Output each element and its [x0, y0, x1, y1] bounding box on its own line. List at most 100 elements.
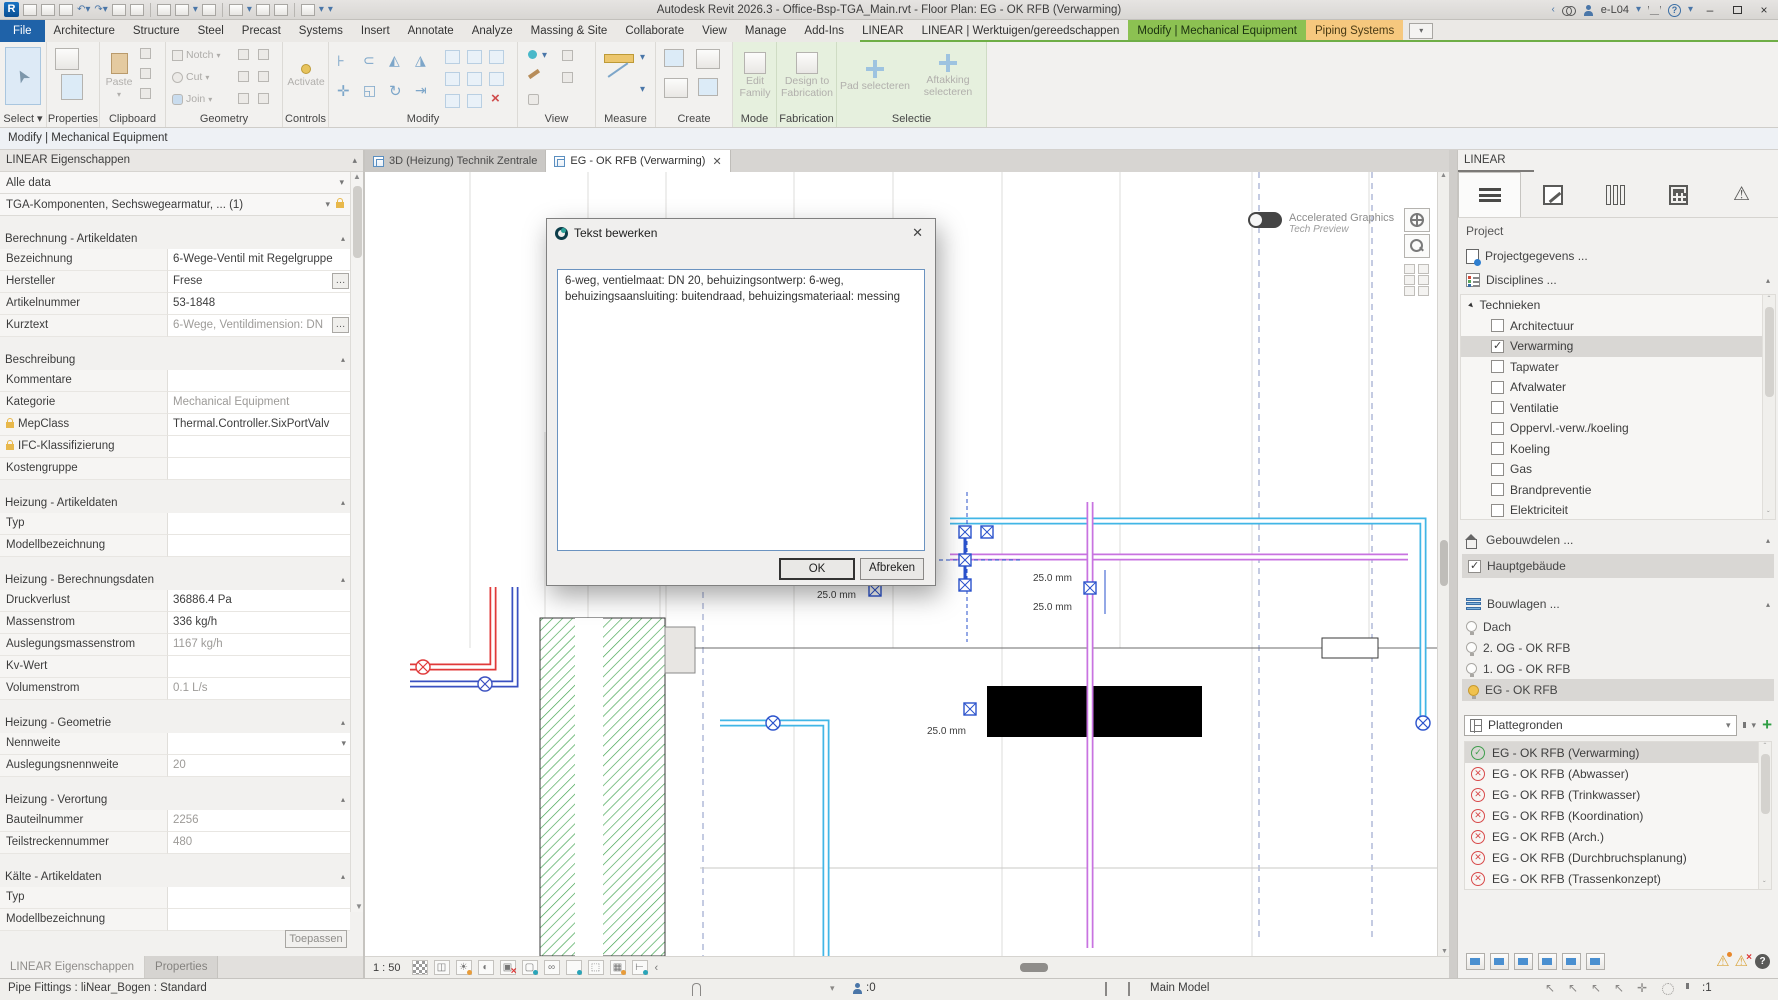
checkbox[interactable] — [1491, 483, 1504, 496]
tree-item-architectuur[interactable]: Architectuur — [1461, 316, 1762, 337]
modify-tool-icon[interactable] — [157, 4, 171, 16]
level-bulb-icon[interactable] — [1466, 663, 1477, 674]
view-tab-eg-ok-rfb-verwarming[interactable]: EG - OK RFB (Verwarming) ✕ — [546, 150, 730, 172]
editable-only-icon[interactable] — [852, 983, 863, 994]
section-beschreibung[interactable]: Beschreibung▴ — [0, 349, 350, 370]
selection-filter-icon[interactable] — [1686, 983, 1689, 989]
cancel-button[interactable]: Afbreken — [860, 558, 924, 580]
tab-modify-mechanical-equipment[interactable]: Modify | Mechanical Equipment — [1128, 20, 1306, 42]
panel-help-icon[interactable]: ? — [1755, 954, 1770, 969]
close-button[interactable]: × — [1754, 3, 1774, 17]
dimension-line-icon[interactable] — [608, 62, 629, 77]
browse-button[interactable]: … — [332, 317, 349, 333]
tree-item-ventilatie[interactable]: Ventilatie — [1461, 398, 1762, 419]
array-icon[interactable] — [445, 72, 460, 86]
tree-item-afvalwater[interactable]: Afvalwater — [1461, 377, 1762, 398]
valve-symbol-red[interactable] — [416, 660, 430, 674]
tree-scrollbar[interactable]: ˆˇ — [1762, 295, 1775, 519]
account-icon[interactable] — [1583, 5, 1594, 16]
group-label-mode[interactable]: Mode — [733, 113, 776, 125]
group-label-modify[interactable]: Modify — [329, 113, 517, 125]
property-row[interactable]: Bauteilnummer2256 — [0, 810, 350, 832]
disciplines-item[interactable]: Disciplines ... ▴ — [1458, 268, 1778, 292]
group-label-view[interactable]: View — [518, 113, 595, 125]
tree-item-tapwater[interactable]: Tapwater — [1461, 357, 1762, 378]
property-row[interactable]: Kommentare — [0, 370, 350, 392]
tree-item-gas[interactable]: Gas — [1461, 459, 1762, 480]
property-row[interactable]: Kurztext6-Wege, Ventildimension: DN… — [0, 315, 350, 337]
group-label-controls[interactable]: Controls — [283, 113, 328, 125]
paste-button[interactable]: Paste▾ — [104, 46, 134, 106]
group-label-properties[interactable]: Properties — [47, 113, 99, 125]
modify-button[interactable]: ➤ — [5, 47, 41, 105]
tab-manage[interactable]: Manage — [736, 20, 796, 42]
collapse-icon[interactable]: ▴ — [1766, 600, 1770, 609]
view-scale[interactable]: 1 : 50 — [365, 962, 409, 974]
trim-corner-icon[interactable] — [445, 94, 460, 108]
browse-button[interactable]: … — [332, 273, 349, 289]
select-by-face-icon[interactable]: ↖ — [1614, 981, 1624, 995]
tab-file[interactable]: File — [0, 20, 45, 42]
match-properties-icon[interactable] — [140, 88, 151, 99]
checkbox[interactable] — [1491, 381, 1504, 394]
section-heizung-artikel[interactable]: Heizung - Artikeldaten▴ — [0, 492, 350, 513]
property-row[interactable]: Teilstreckennummer480 — [0, 832, 350, 854]
scrollbar-thumb[interactable] — [1020, 963, 1048, 972]
group-label-measure[interactable]: Measure — [596, 113, 655, 125]
bouwlagen-item[interactable]: Bouwlagen ... ▴ — [1458, 592, 1778, 616]
sun-path-icon[interactable]: ☀ — [456, 960, 472, 975]
tab-steel[interactable]: Steel — [189, 20, 233, 42]
visual-style-icon[interactable] — [412, 960, 428, 975]
valve-box-symbol[interactable] — [964, 703, 976, 715]
apply-button[interactable]: Toepassen — [285, 930, 347, 948]
tree-item-koeling[interactable]: Koeling — [1461, 439, 1762, 460]
valve-symbol-cyan-branch[interactable] — [766, 716, 780, 730]
group-label-geometry[interactable]: Geometry — [166, 113, 282, 125]
worksharing-panel-icon[interactable] — [1105, 982, 1107, 996]
tab-library[interactable] — [1584, 172, 1647, 217]
tab-annotate[interactable]: Annotate — [399, 20, 463, 42]
property-row[interactable]: Typ — [0, 887, 350, 909]
view-tab-3d-technik-zentrale[interactable]: 3D (Heizung) Technik Zentrale — [365, 150, 546, 172]
tree-item-elektriciteit[interactable]: Elektriciteit — [1461, 500, 1762, 520]
collapse-icon[interactable]: ▴ — [352, 150, 357, 171]
property-row[interactable]: Druckverlust36886.4 Pa — [0, 590, 350, 612]
trim-multiple-icon[interactable] — [467, 94, 482, 108]
checkbox[interactable] — [1491, 442, 1504, 455]
level-eg-active[interactable]: EG - OK RFB — [1462, 679, 1774, 701]
level-1og[interactable]: 1. OG - OK RFB — [1458, 658, 1778, 679]
level-bulb-icon[interactable] — [1466, 642, 1477, 653]
signed-in-user[interactable]: e-L04 — [1601, 4, 1629, 16]
text-edit-field[interactable]: 6-weg, ventielmaat: DN 20, behuizingsont… — [557, 269, 925, 551]
file-icon[interactable] — [23, 4, 37, 16]
plan-trassenkonzept[interactable]: ✕EG - OK RFB (Trassenkonzept) — [1465, 868, 1758, 889]
revit-logo-icon[interactable]: R — [4, 2, 19, 17]
building-hauptgebaeude[interactable]: Hauptgebäude — [1462, 554, 1774, 578]
unpin-icon[interactable] — [489, 50, 504, 64]
cut-to-clipboard-icon[interactable] — [140, 48, 151, 59]
chevron-down-icon[interactable]: ▾ — [341, 738, 346, 749]
plan-arch[interactable]: ✕EG - OK RFB (Arch.) — [1465, 826, 1758, 847]
account-dropdown-icon[interactable]: ▾ — [1636, 4, 1641, 16]
dimension-icon[interactable] — [175, 4, 189, 16]
redo-icon[interactable]: ↷▾ — [94, 4, 107, 16]
pipe-tool-icon-3[interactable] — [1514, 953, 1533, 970]
edit-family-button[interactable]: Edit Family — [735, 44, 775, 108]
filter-dropdown-icon[interactable]: ▾ — [1752, 720, 1757, 731]
reveal-constraints-icon[interactable]: ▦ — [610, 960, 626, 975]
tab-architecture[interactable]: Architecture — [45, 20, 124, 42]
checkbox[interactable] — [1491, 422, 1504, 435]
property-row[interactable]: Kv-Wert — [0, 656, 350, 678]
select-underlay-icon[interactable]: ↖ — [1568, 981, 1578, 995]
scale-icon[interactable] — [467, 72, 482, 86]
steering-wheel-button[interactable] — [1404, 208, 1430, 232]
pad-selecteren-button[interactable]: Pad selecteren — [839, 44, 911, 108]
linear-properties-header[interactable]: LINEAR Eigenschappen ▴ — [0, 150, 363, 172]
measure-dropdown-icon[interactable]: ▾ — [640, 52, 645, 64]
thin-lines-icon[interactable] — [274, 4, 288, 16]
valve-symbol-cyan-end[interactable] — [1416, 716, 1430, 730]
section-heizung-berechnung[interactable]: Heizung - Berechnungsdaten▴ — [0, 569, 350, 590]
property-row[interactable]: HerstellerFrese… — [0, 271, 350, 293]
hide-dropdown-icon[interactable]: ▾ — [542, 50, 547, 62]
demolish-icon[interactable] — [258, 93, 269, 104]
